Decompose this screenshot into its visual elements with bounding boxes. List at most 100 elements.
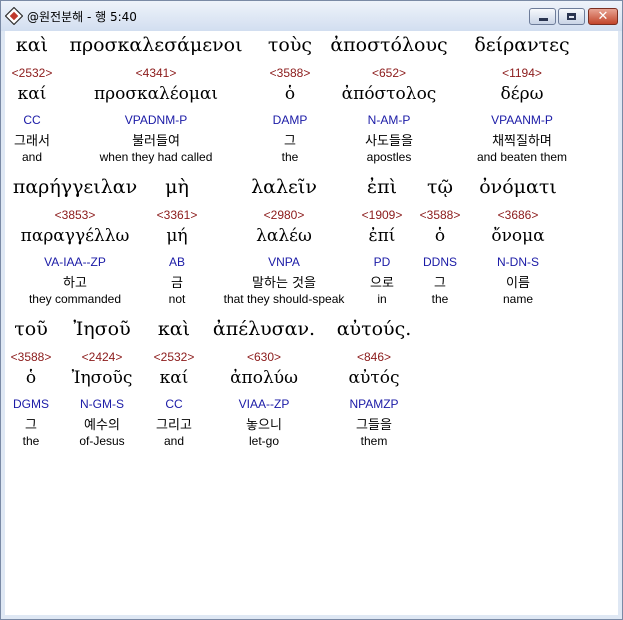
strong-number[interactable]: <3686> <box>498 208 539 222</box>
english-gloss: apostles <box>366 150 412 164</box>
korean-gloss: 놓으니 <box>246 418 282 433</box>
english-gloss: the <box>431 292 449 306</box>
korean-gloss: 예수의 <box>84 418 120 433</box>
lemma: Ἰησοῦς <box>71 368 133 388</box>
lemma: ἀπόστολος <box>341 84 437 104</box>
greek-word[interactable]: παρήγγειλαν <box>13 176 137 198</box>
greek-word[interactable]: τῷ <box>427 176 453 198</box>
lemma: ἀπολύω <box>230 368 298 388</box>
strong-number[interactable]: <2980> <box>264 208 305 222</box>
korean-gloss: 사도들을 <box>365 134 413 149</box>
english-gloss: and beaten them <box>476 150 568 164</box>
title-bar[interactable]: @원전분해 - 행 5:40 ✕ <box>1 1 622 31</box>
english-gloss: not <box>168 292 186 306</box>
parsing-code: VPADNM-P <box>124 113 188 127</box>
close-icon: ✕ <box>597 9 609 24</box>
minimize-button[interactable] <box>529 8 556 25</box>
lemma: αὐτός <box>348 368 400 388</box>
english-gloss: and <box>21 150 43 164</box>
korean-gloss: 말하는 것을 <box>252 276 316 291</box>
strong-number[interactable]: <2532> <box>12 66 53 80</box>
window-title: @원전분해 - 행 5:40 <box>27 10 137 24</box>
parsing-code: CC <box>165 397 183 411</box>
korean-gloss: 불러들여 <box>132 134 180 149</box>
korean-gloss: 하고 <box>63 276 87 291</box>
greek-word[interactable]: Ἰησοῦ <box>73 318 130 340</box>
interlinear-window: @원전분해 - 행 5:40 ✕ καὶ <2532> καί CC 그래서 and προ… <box>0 0 623 620</box>
greek-word[interactable]: λαλεῖν <box>251 176 317 198</box>
korean-gloss: 그 <box>284 134 296 149</box>
lemma: παραγγέλλω <box>20 226 130 246</box>
strong-number[interactable]: <846> <box>357 350 391 364</box>
greek-word[interactable]: τοῦ <box>14 318 48 340</box>
strong-number[interactable]: <1909> <box>362 208 403 222</box>
english-gloss: them <box>360 434 388 448</box>
english-gloss: they commanded <box>28 292 122 306</box>
maximize-button[interactable] <box>558 8 585 25</box>
parsing-code: VNPA <box>268 255 300 269</box>
english-gloss: the <box>22 434 40 448</box>
korean-gloss: 그래서 <box>14 134 50 149</box>
lemma: δέρω <box>500 84 544 104</box>
greek-word[interactable]: τοὺς <box>268 34 312 56</box>
english-gloss: when they had called <box>99 150 213 164</box>
korean-gloss: 금 <box>171 276 183 291</box>
strong-number[interactable]: <652> <box>372 66 406 80</box>
korean-gloss: 으로 <box>370 276 394 291</box>
strong-number[interactable]: <3588> <box>420 208 461 222</box>
korean-gloss: 그 <box>434 276 446 291</box>
lemma: ἐπί <box>368 226 396 246</box>
english-gloss: and <box>163 434 185 448</box>
parsing-code: N-AM-P <box>367 113 411 127</box>
parsing-code: NPAMZP <box>349 397 399 411</box>
parsing-code: VA-IAA--ZP <box>44 255 106 269</box>
parsing-code: DDNS <box>422 255 458 269</box>
strong-number[interactable]: <2532> <box>154 350 195 364</box>
english-gloss: let-go <box>248 434 280 448</box>
greek-word[interactable]: ὀνόματι <box>479 176 557 198</box>
strong-number[interactable]: <3361> <box>157 208 198 222</box>
strong-number[interactable]: <1194> <box>502 66 542 80</box>
strong-number[interactable]: <3588> <box>11 350 52 364</box>
korean-gloss: 그 <box>25 418 37 433</box>
greek-word[interactable]: ἀπέλυσαν. <box>213 318 315 340</box>
lemma: καί <box>17 84 47 104</box>
korean-gloss: 그들을 <box>356 418 392 433</box>
strong-number[interactable]: <2424> <box>82 350 123 364</box>
strong-number[interactable]: <3588> <box>270 66 311 80</box>
lemma: ὁ <box>434 226 446 246</box>
parsing-code: N-GM-S <box>80 397 124 411</box>
minimize-icon <box>539 18 548 21</box>
korean-gloss: 이름 <box>506 276 530 291</box>
english-gloss: that they should-speak <box>223 292 345 306</box>
bible-book-icon[interactable] <box>5 7 23 25</box>
lemma: προσκαλέομαι <box>93 84 219 104</box>
english-gloss: in <box>377 292 387 306</box>
parsing-code: VPAANM-P <box>491 113 553 127</box>
greek-word[interactable]: δείραντες <box>474 34 569 56</box>
lemma: καί <box>159 368 189 388</box>
strong-number[interactable]: <630> <box>247 350 281 364</box>
greek-word[interactable]: ἐπὶ <box>367 176 397 198</box>
lemma: μή <box>166 226 188 246</box>
parsing-code: DAMP <box>272 113 308 127</box>
strong-number[interactable]: <4341> <box>136 66 177 80</box>
greek-word[interactable]: αὐτούς. <box>337 318 412 340</box>
strong-number[interactable]: <3853> <box>55 208 96 222</box>
close-button[interactable]: ✕ <box>588 8 618 25</box>
greek-word[interactable]: καὶ <box>158 318 190 340</box>
maximize-icon <box>567 13 576 20</box>
greek-word[interactable]: μὴ <box>165 176 189 198</box>
korean-gloss: 채찍질하며 <box>492 134 552 149</box>
korean-gloss: 그리고 <box>156 418 192 433</box>
greek-word[interactable]: ἀποστόλους <box>330 34 447 56</box>
parsing-code: VIAA--ZP <box>238 397 290 411</box>
lemma: ὁ <box>25 368 37 388</box>
interlinear-content[interactable]: καὶ <2532> καί CC 그래서 and προσκαλεσάμενοι <4341… <box>5 31 618 615</box>
parsing-code: CC <box>23 113 41 127</box>
greek-word[interactable]: προσκαλεσάμενοι <box>69 34 242 56</box>
lemma: ὁ <box>284 84 296 104</box>
parsing-code: AB <box>168 255 186 269</box>
greek-word[interactable]: καὶ <box>16 34 48 56</box>
parsing-code: N-DN-S <box>497 255 539 269</box>
